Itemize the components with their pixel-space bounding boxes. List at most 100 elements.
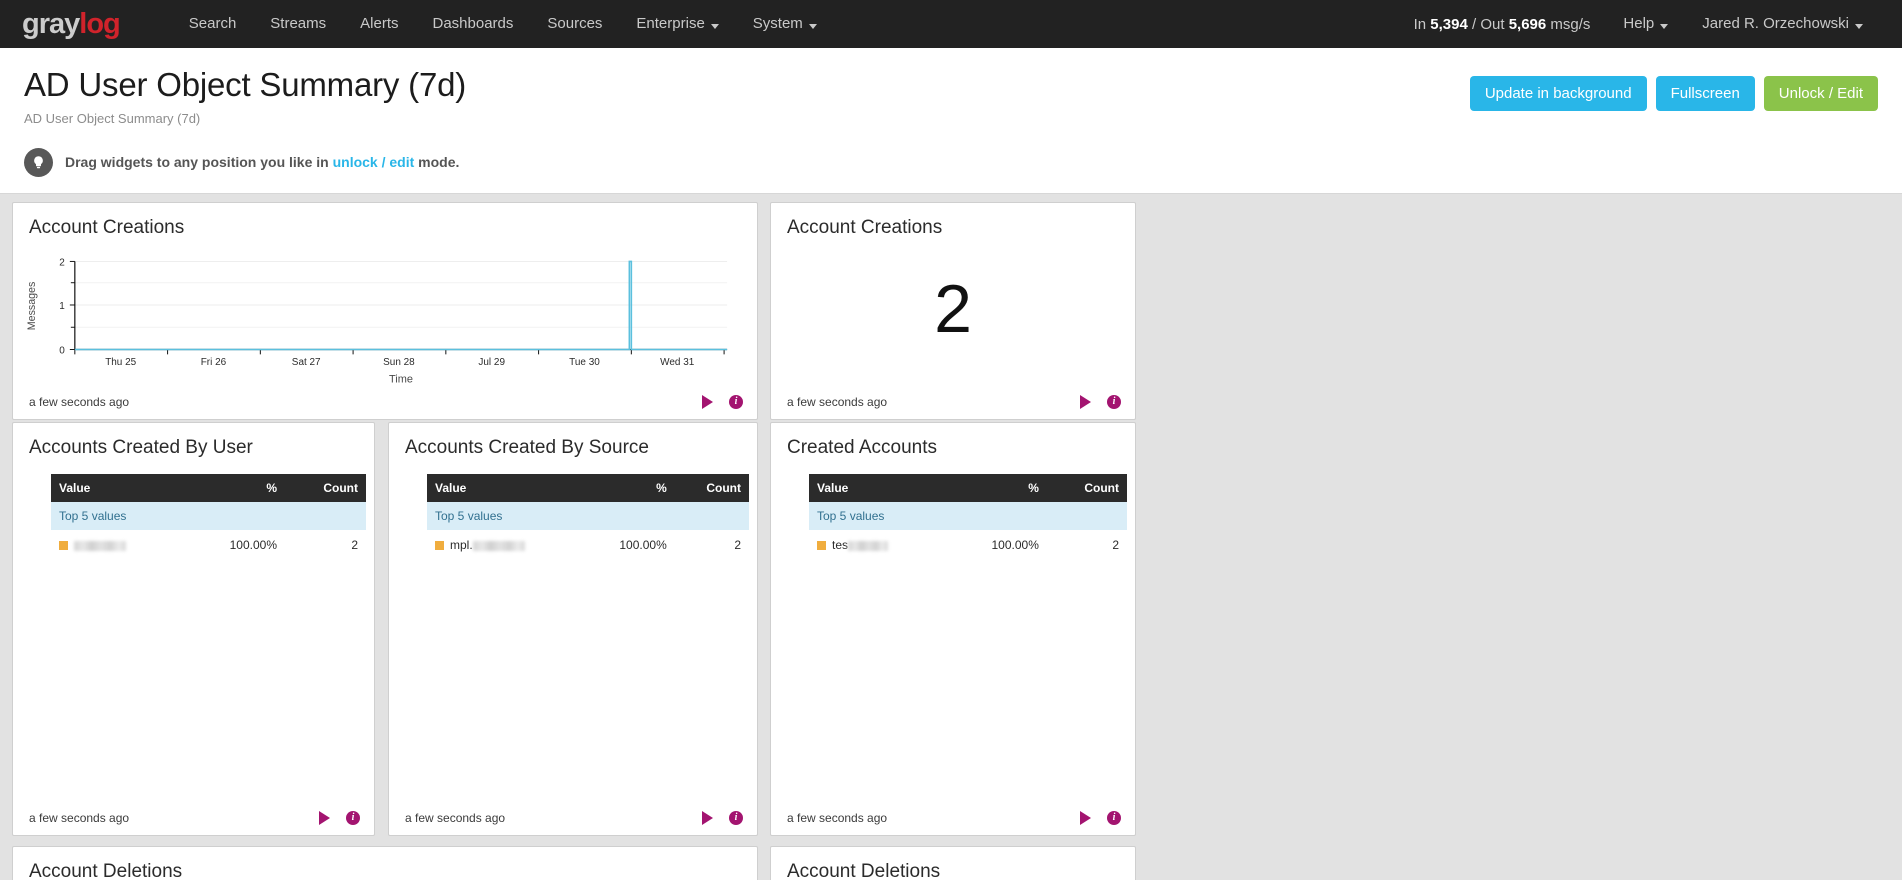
col-header-percent[interactable]: %	[946, 473, 1047, 502]
nav-label: Help	[1623, 15, 1655, 32]
chevron-down-icon	[808, 23, 817, 29]
cell-percent: 100.00%	[229, 537, 277, 552]
widget-account-deletions-number[interactable]: Account Deletions	[770, 845, 1136, 880]
cell-count: 2	[734, 537, 741, 552]
nav-label: Alerts	[360, 15, 399, 32]
navbar-right: In 5,394 / Out 5,696 msg/s Help Jared R.…	[1398, 0, 1880, 48]
col-header-count[interactable]: Count	[1046, 473, 1127, 502]
x-tick-sun28: Sun 28	[383, 357, 415, 368]
x-axis-label: Time	[389, 373, 413, 385]
table-header-row: Value % Count	[427, 473, 749, 502]
cell-value: tes	[809, 530, 947, 560]
chevron-down-icon	[1855, 23, 1863, 29]
widget-timestamp: a few seconds ago	[29, 810, 130, 825]
widget-account-deletions-chart[interactable]: Account Deletions	[12, 845, 758, 880]
nav-item-alerts[interactable]: Alerts	[343, 0, 415, 48]
widget-table-body: Value % Count Top 5 values 100.00% 2	[13, 464, 374, 805]
hint-prefix: Drag widgets to any position you like in	[65, 154, 333, 171]
nav-item-user-menu[interactable]: Jared R. Orzechowski	[1685, 0, 1880, 48]
nav-item-search[interactable]: Search	[172, 0, 254, 48]
y-tick-1: 1	[59, 301, 65, 312]
nav-label: Sources	[547, 15, 603, 32]
col-header-percent[interactable]: %	[581, 473, 675, 502]
x-tick-wed31: Wed 31	[660, 357, 694, 368]
series-color-swatch-icon	[59, 540, 68, 550]
y-tick-2: 2	[59, 257, 65, 268]
widget-table-body: Value % Count Top 5 values mpl. 100.00% …	[389, 464, 757, 805]
nav-label: Enterprise	[636, 15, 705, 32]
widget-timestamp: a few seconds ago	[405, 810, 506, 825]
value-text: mpl.	[450, 537, 473, 552]
widget-footer-icons: i	[1080, 810, 1121, 825]
chevron-down-icon	[1660, 23, 1669, 29]
play-icon[interactable]	[1080, 810, 1091, 825]
widget-footer: a few seconds ago i	[389, 805, 757, 835]
nav-item-sources[interactable]: Sources	[530, 0, 619, 48]
col-header-value[interactable]: Value	[427, 473, 582, 502]
throughput-separator: / Out	[1472, 15, 1505, 33]
widget-number-body: 2	[771, 244, 1135, 389]
play-icon[interactable]	[702, 394, 713, 409]
col-header-value[interactable]: Value	[809, 473, 947, 502]
unlock-edit-button[interactable]: Unlock / Edit	[1763, 76, 1878, 111]
table-row[interactable]: tes 100.00% 2	[809, 530, 1127, 560]
widget-chart-body[interactable]: 2 1 0 Thu 25 Fri 26 Sat 27 Sun 28 Jul 29…	[13, 244, 757, 389]
nav-label: Streams	[270, 15, 327, 32]
graylog-logo[interactable]: gray log	[22, 8, 121, 41]
widget-title: Created Accounts	[787, 436, 937, 458]
col-header-count[interactable]: Count	[674, 473, 749, 502]
widget-created-accounts[interactable]: Created Accounts Value % Count Top 5 val…	[770, 421, 1136, 836]
cell-percent: 100.00%	[619, 537, 667, 552]
table-group-row: Top 5 values	[51, 501, 366, 530]
table-group-row: Top 5 values	[809, 501, 1127, 530]
info-icon[interactable]: i	[729, 810, 743, 825]
dashboard-grid: Account Creations 2 1 0 Thu 25 Fri 26 Sa…	[0, 194, 1902, 880]
update-in-background-button[interactable]: Update in background	[1469, 76, 1647, 111]
drag-hint-text: Drag widgets to any position you like in…	[65, 154, 459, 170]
group-row-label: Top 5 values	[51, 501, 366, 530]
unlock-edit-link[interactable]: unlock / edit	[333, 154, 415, 170]
widget-footer-icons: i	[702, 394, 743, 409]
cell-percent: 100.00%	[991, 537, 1039, 552]
primary-nav: Search Streams Alerts Dashboards Sources…	[172, 0, 834, 48]
widget-footer-icons: i	[319, 810, 360, 825]
play-icon[interactable]	[702, 810, 713, 825]
widget-footer-icons: i	[1080, 394, 1121, 409]
info-icon[interactable]: i	[346, 810, 360, 825]
nav-item-help[interactable]: Help	[1606, 0, 1685, 48]
info-icon[interactable]: i	[1107, 810, 1121, 825]
play-icon[interactable]	[1080, 394, 1091, 409]
widget-accounts-created-by-source[interactable]: Accounts Created By Source Value % Count…	[388, 421, 758, 836]
account-creations-line-chart[interactable]: 2 1 0 Thu 25 Fri 26 Sat 27 Sun 28 Jul 29…	[13, 244, 757, 389]
play-icon[interactable]	[319, 810, 330, 825]
nav-label: Search	[188, 15, 237, 32]
widget-account-creations-chart[interactable]: Account Creations 2 1 0 Thu 25 Fri 26 Sa…	[12, 201, 758, 420]
fullscreen-button[interactable]: Fullscreen	[1655, 76, 1755, 111]
widget-account-creations-number[interactable]: Account Creations 2 a few seconds ago i	[770, 201, 1136, 420]
x-tick-sat27: Sat 27	[292, 357, 321, 368]
throughput-out-value: 5,696	[1508, 15, 1547, 33]
widget-title: Account Deletions	[29, 860, 183, 880]
account-creations-count: 2	[934, 271, 972, 348]
table-row[interactable]: mpl. 100.00% 2	[427, 530, 749, 560]
page-subtitle: AD User Object Summary (7d)	[24, 110, 201, 126]
table-row[interactable]: 100.00% 2	[51, 530, 366, 560]
info-icon[interactable]: i	[1107, 394, 1121, 409]
y-tick-0: 0	[59, 345, 65, 356]
widget-accounts-created-by-user[interactable]: Accounts Created By User Value % Count T…	[12, 421, 375, 836]
widget-footer: a few seconds ago i	[771, 805, 1135, 835]
col-header-value[interactable]: Value	[51, 473, 184, 502]
widget-title: Accounts Created By Source	[405, 436, 649, 458]
col-header-percent[interactable]: %	[183, 473, 285, 502]
nav-item-streams[interactable]: Streams	[253, 0, 343, 48]
redacted-value	[472, 540, 525, 551]
throughput-indicator: In 5,394 / Out 5,696 msg/s	[1398, 16, 1607, 33]
drag-hint: Drag widgets to any position you like in…	[24, 147, 1878, 177]
chevron-down-icon	[710, 23, 719, 29]
nav-item-system[interactable]: System	[736, 0, 834, 48]
col-header-count[interactable]: Count	[285, 473, 366, 502]
info-icon[interactable]: i	[729, 394, 743, 409]
nav-item-enterprise[interactable]: Enterprise	[619, 0, 735, 48]
throughput-in-value: 5,394	[1430, 15, 1468, 33]
nav-item-dashboards[interactable]: Dashboards	[416, 0, 531, 48]
